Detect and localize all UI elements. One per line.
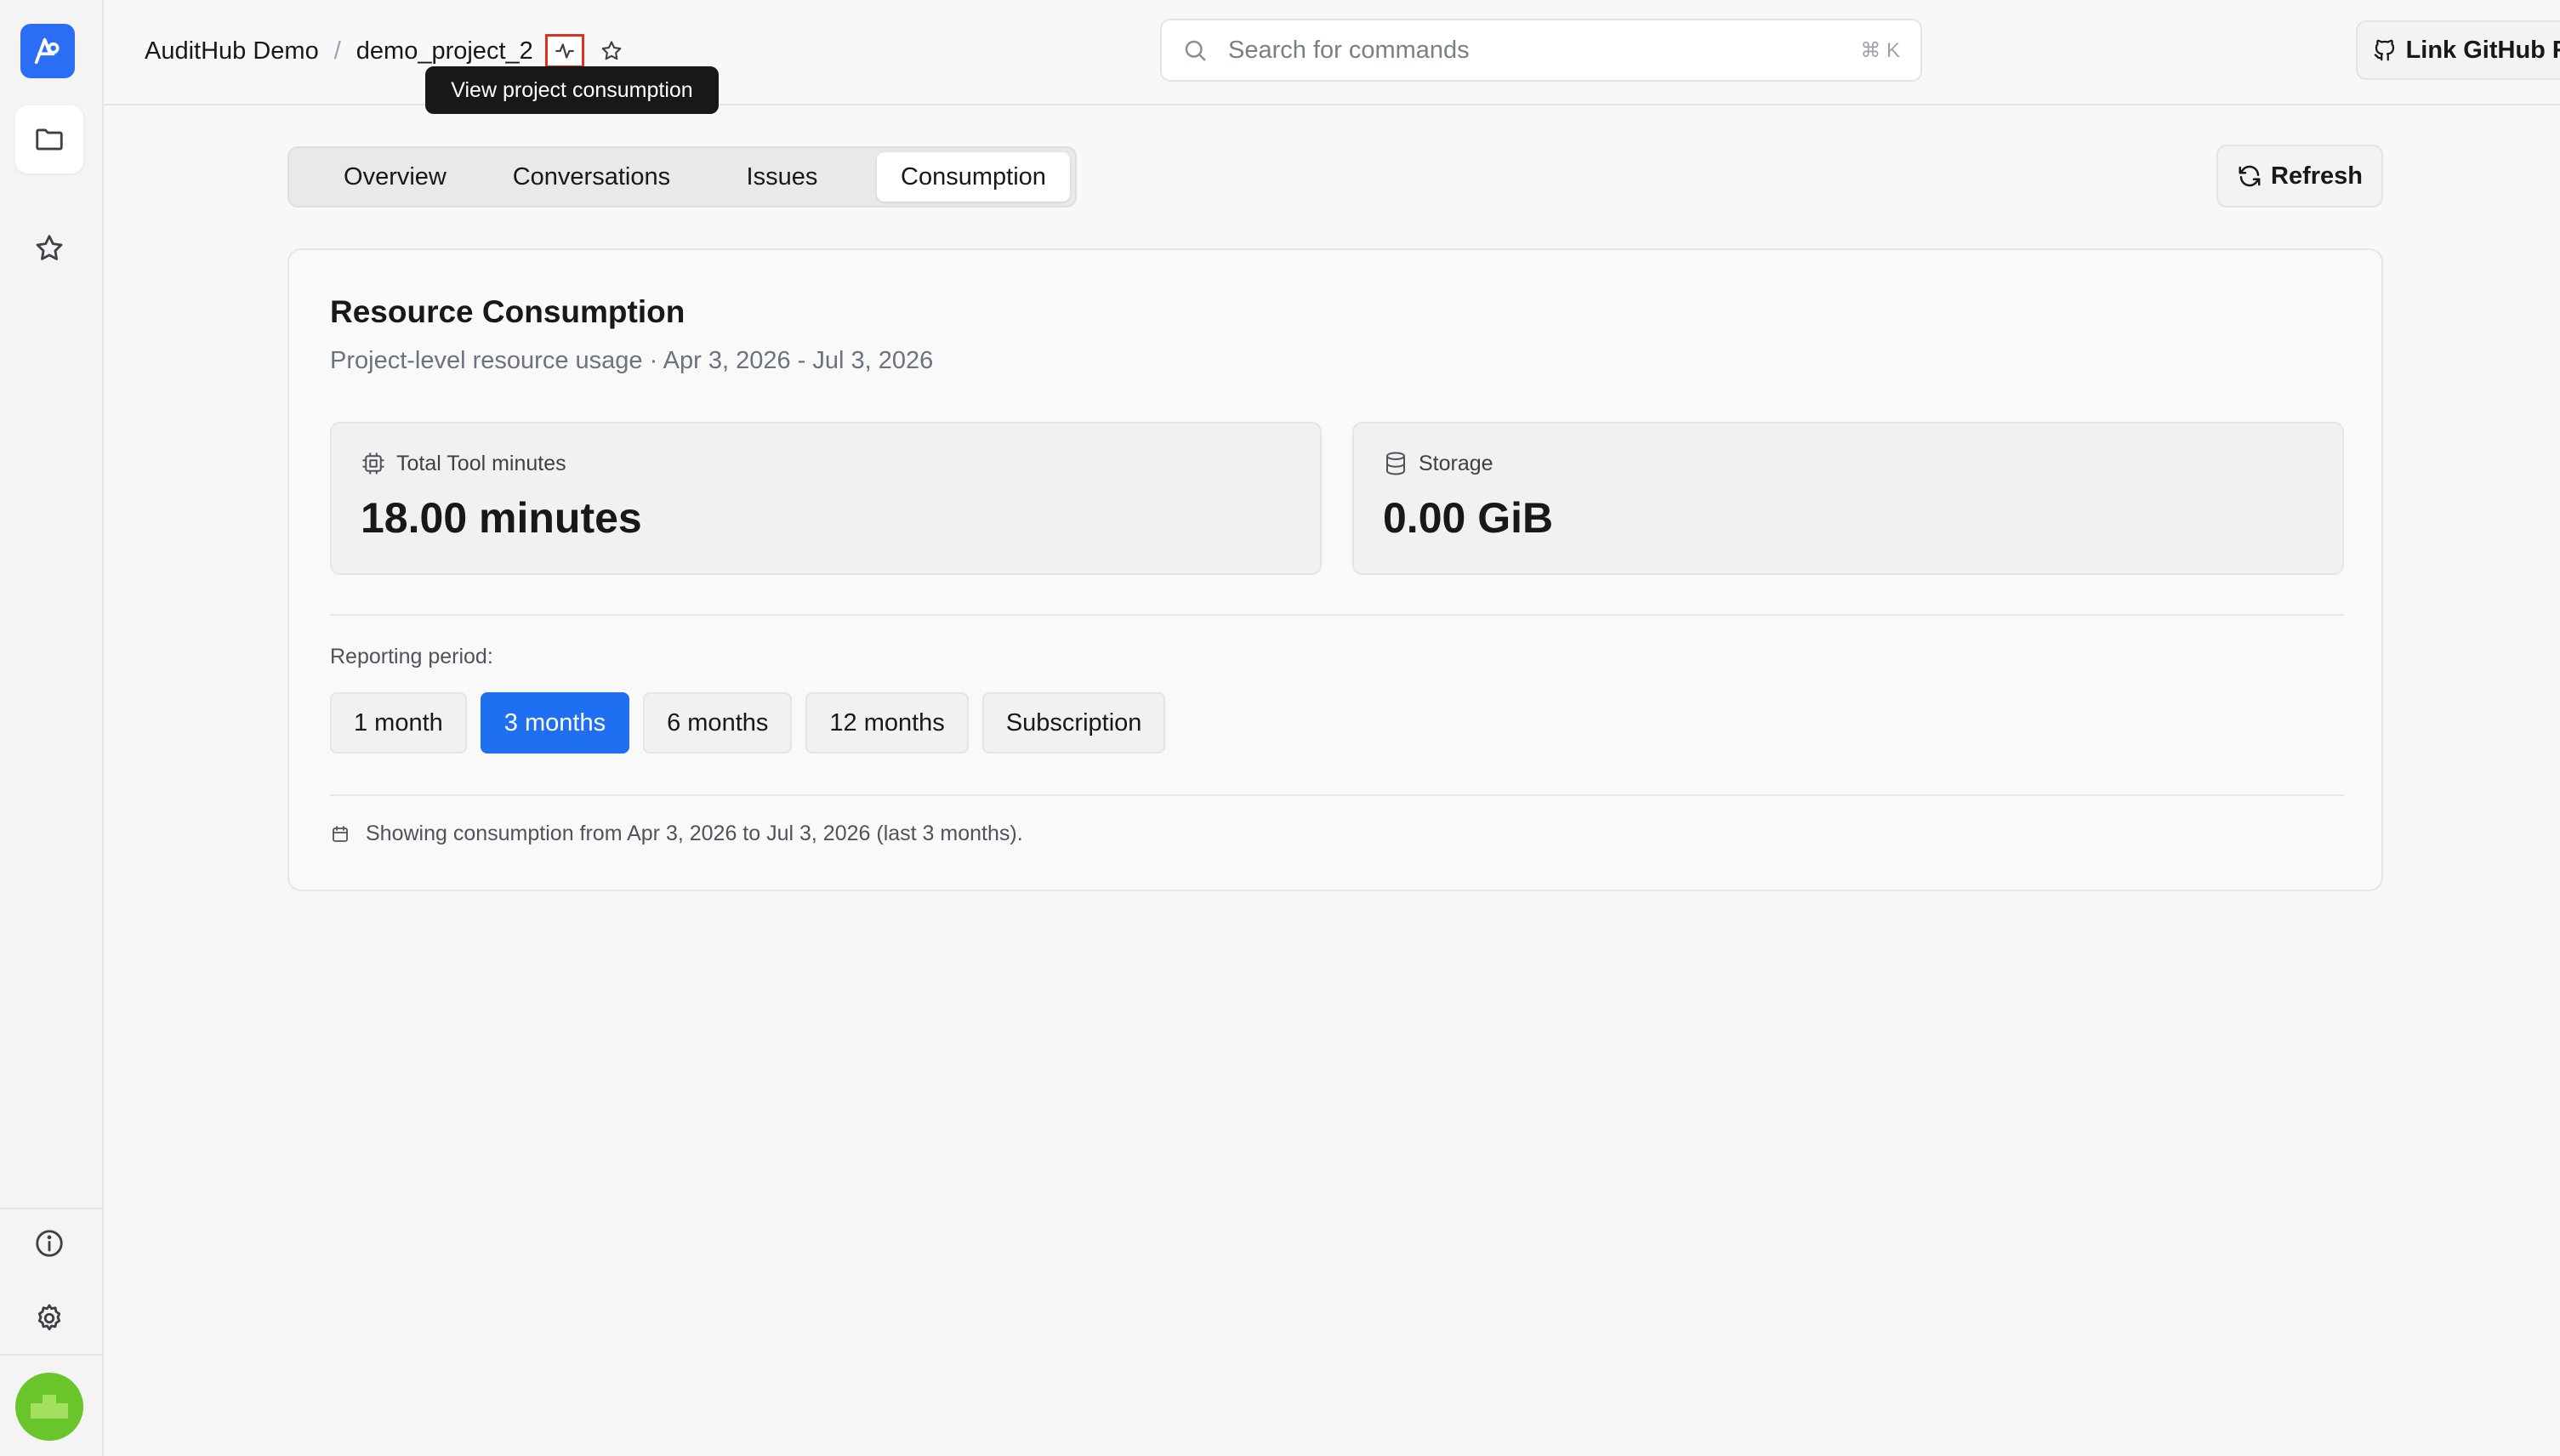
- metric-label: Total Tool minutes: [396, 451, 566, 475]
- avatar-icon: [31, 1395, 68, 1419]
- section-divider: [330, 794, 2344, 796]
- refresh-label: Refresh: [2271, 162, 2363, 190]
- user-avatar[interactable]: [15, 1373, 83, 1441]
- consumption-range-text: Showing consumption from Apr 3, 2026 to …: [366, 822, 1023, 845]
- tab-overview[interactable]: Overview: [294, 152, 496, 202]
- link-github-button[interactable]: Link GitHub Repo: [2356, 20, 2560, 80]
- project-tabs: Overview Conversations Issues Consumptio…: [287, 146, 1077, 208]
- period-1-month[interactable]: 1 month: [330, 692, 467, 754]
- metric-value: 0.00 GiB: [1383, 494, 1554, 542]
- view-consumption-button[interactable]: [544, 34, 584, 68]
- folder-icon: [36, 128, 63, 151]
- metric-value: 18.00 minutes: [361, 494, 642, 542]
- tab-issues[interactable]: Issues: [687, 152, 877, 202]
- app-logo[interactable]: [20, 24, 75, 78]
- refresh-icon: [2239, 165, 2261, 187]
- cpu-icon: [362, 452, 384, 475]
- sidebar-item-favorites[interactable]: [15, 214, 83, 282]
- github-icon: [2374, 39, 2394, 61]
- card-title: Resource Consumption: [330, 294, 686, 329]
- command-search[interactable]: Search for commands ⌘ K: [1160, 19, 1922, 82]
- reporting-period-label: Reporting period:: [330, 645, 493, 668]
- period-subscription[interactable]: Subscription: [981, 692, 1166, 754]
- calendar-icon: [333, 825, 348, 842]
- tab-consumption[interactable]: Consumption: [876, 152, 1070, 202]
- refresh-button[interactable]: Refresh: [2216, 145, 2383, 208]
- star-icon: [601, 41, 622, 60]
- search-icon: [1185, 40, 1206, 61]
- breadcrumb-org[interactable]: AuditHub Demo: [145, 37, 319, 65]
- consumption-tooltip: View project consumption: [425, 66, 719, 114]
- sidebar-item-settings[interactable]: [15, 1284, 83, 1352]
- sidebar-item-info[interactable]: [15, 1209, 83, 1277]
- search-input[interactable]: Search for commands: [1228, 37, 1860, 65]
- sidebar-divider: [0, 1354, 102, 1356]
- metric-storage: Storage 0.00 GiB: [1352, 422, 2344, 575]
- info-icon: [36, 1230, 63, 1257]
- section-divider: [330, 614, 2344, 616]
- reporting-period-options: 1 month 3 months 6 months 12 months Subs…: [330, 692, 1179, 754]
- gear-icon: [37, 1304, 61, 1331]
- breadcrumb-project[interactable]: demo_project_2: [356, 37, 533, 65]
- favorite-project-button[interactable]: [594, 34, 629, 68]
- consumption-range-note: Showing consumption from Apr 3, 2026 to …: [330, 822, 1023, 846]
- sidebar: [0, 0, 104, 1456]
- card-subtitle: Project-level resource usage · Apr 3, 20…: [330, 347, 934, 374]
- resource-consumption-card: Resource Consumption Project-level resou…: [287, 248, 2383, 891]
- period-3-months[interactable]: 3 months: [480, 692, 630, 754]
- tab-conversations[interactable]: Conversations: [496, 152, 687, 202]
- search-shortcut: ⌘ K: [1860, 38, 1900, 62]
- star-icon: [36, 235, 63, 260]
- sidebar-item-projects[interactable]: [15, 105, 83, 173]
- database-icon: [1386, 452, 1405, 475]
- activity-icon: [555, 43, 574, 59]
- metric-label-row: Storage: [1383, 451, 1493, 476]
- metric-label: Storage: [1419, 451, 1493, 475]
- period-12-months[interactable]: 12 months: [805, 692, 969, 754]
- link-github-label: Link GitHub Repo: [2405, 36, 2560, 64]
- breadcrumb: AuditHub Demo / demo_project_2: [145, 31, 629, 71]
- period-6-months[interactable]: 6 months: [643, 692, 793, 754]
- logo-icon: [34, 37, 60, 65]
- metric-tool-minutes: Total Tool minutes 18.00 minutes: [330, 422, 1322, 575]
- breadcrumb-separator: /: [333, 37, 341, 65]
- metric-label-row: Total Tool minutes: [361, 451, 566, 476]
